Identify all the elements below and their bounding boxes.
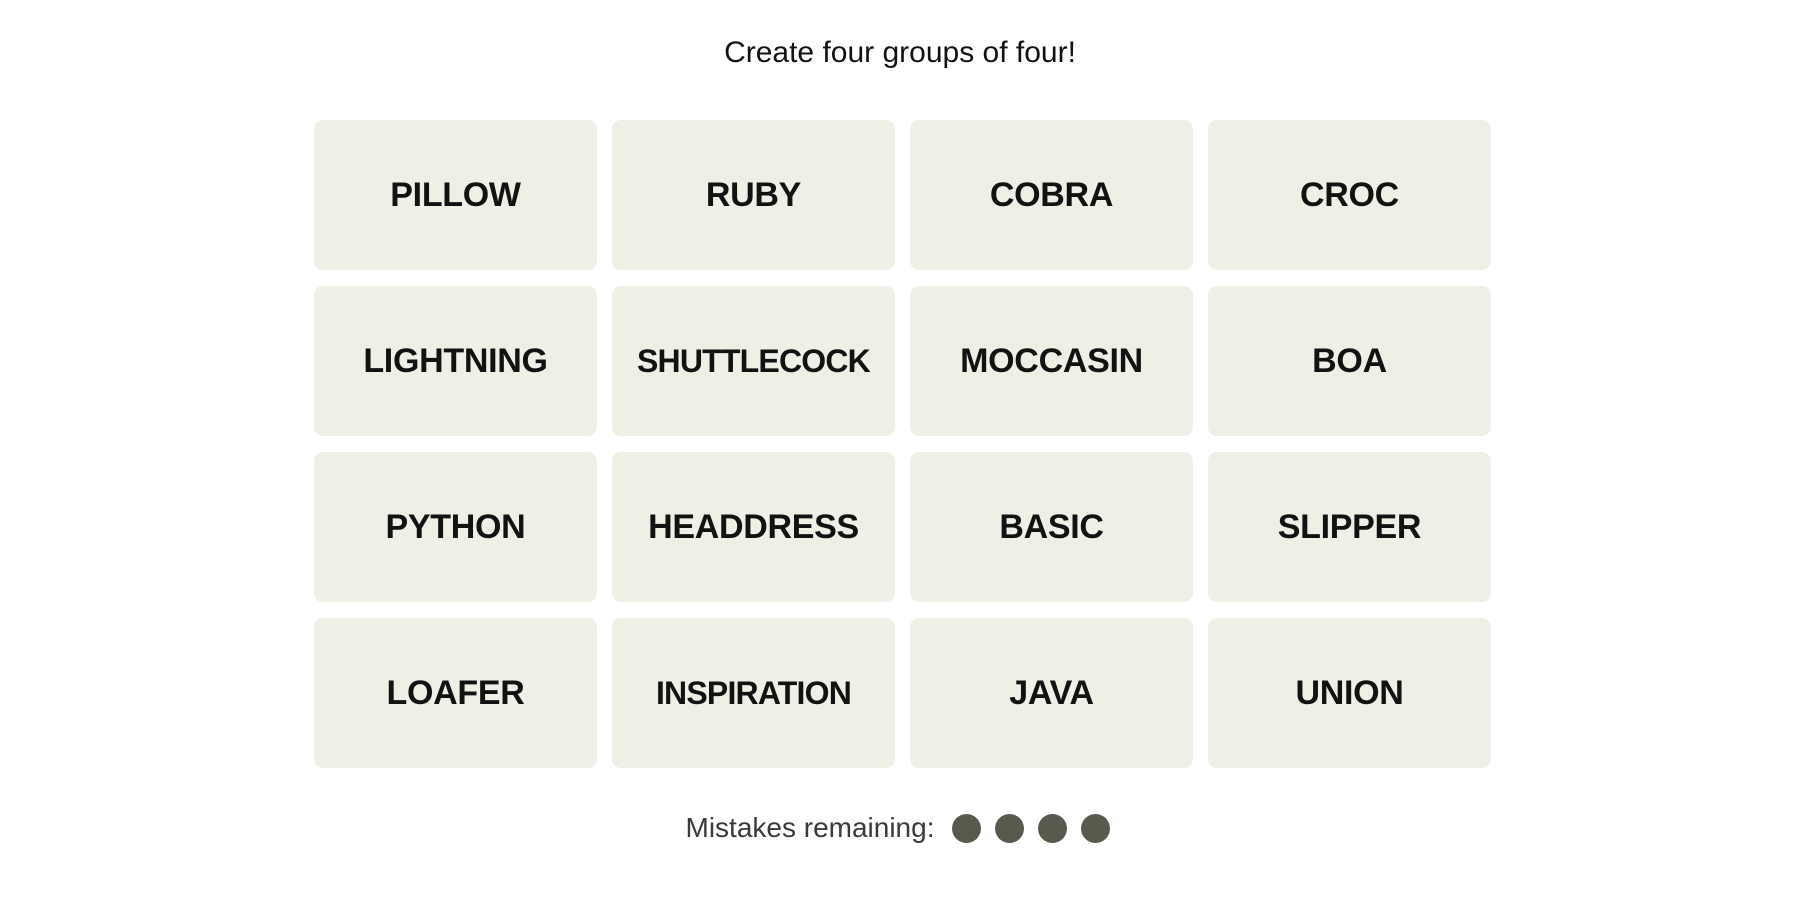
mistake-dot	[1038, 813, 1068, 843]
word-grid: PILLOW RUBY COBRA CROC LIGHTNING SHUTTLE…	[314, 120, 1492, 768]
word-tile[interactable]: RUBY	[612, 120, 895, 270]
word-tile[interactable]: CROC	[1208, 120, 1491, 270]
word-tile[interactable]: LOAFER	[314, 618, 597, 768]
mistake-dots	[952, 813, 1111, 843]
word-tile[interactable]: COBRA	[910, 120, 1193, 270]
word-tile[interactable]: BASIC	[910, 452, 1193, 602]
word-tile[interactable]: UNION	[1208, 618, 1491, 768]
word-tile[interactable]: PYTHON	[314, 452, 597, 602]
word-tile[interactable]: SHUTTLECOCK	[612, 286, 895, 436]
word-tile[interactable]: INSPIRATION	[612, 618, 895, 768]
mistake-dot	[995, 813, 1025, 843]
mistake-dot	[952, 813, 982, 843]
game-instructions: Create four groups of four!	[724, 36, 1076, 69]
word-tile[interactable]: MOCCASIN	[910, 286, 1193, 436]
word-tile[interactable]: JAVA	[910, 618, 1193, 768]
mistakes-label: Mistakes remaining:	[685, 812, 935, 843]
mistake-dot	[1081, 813, 1111, 843]
word-tile[interactable]: SLIPPER	[1208, 452, 1491, 602]
word-tile[interactable]: PILLOW	[314, 120, 597, 270]
word-tile[interactable]: HEADDRESS	[612, 452, 895, 602]
word-tile[interactable]: BOA	[1208, 286, 1491, 436]
mistakes-remaining: Mistakes remaining:	[0, 812, 1800, 844]
word-tile[interactable]: LIGHTNING	[314, 286, 597, 436]
